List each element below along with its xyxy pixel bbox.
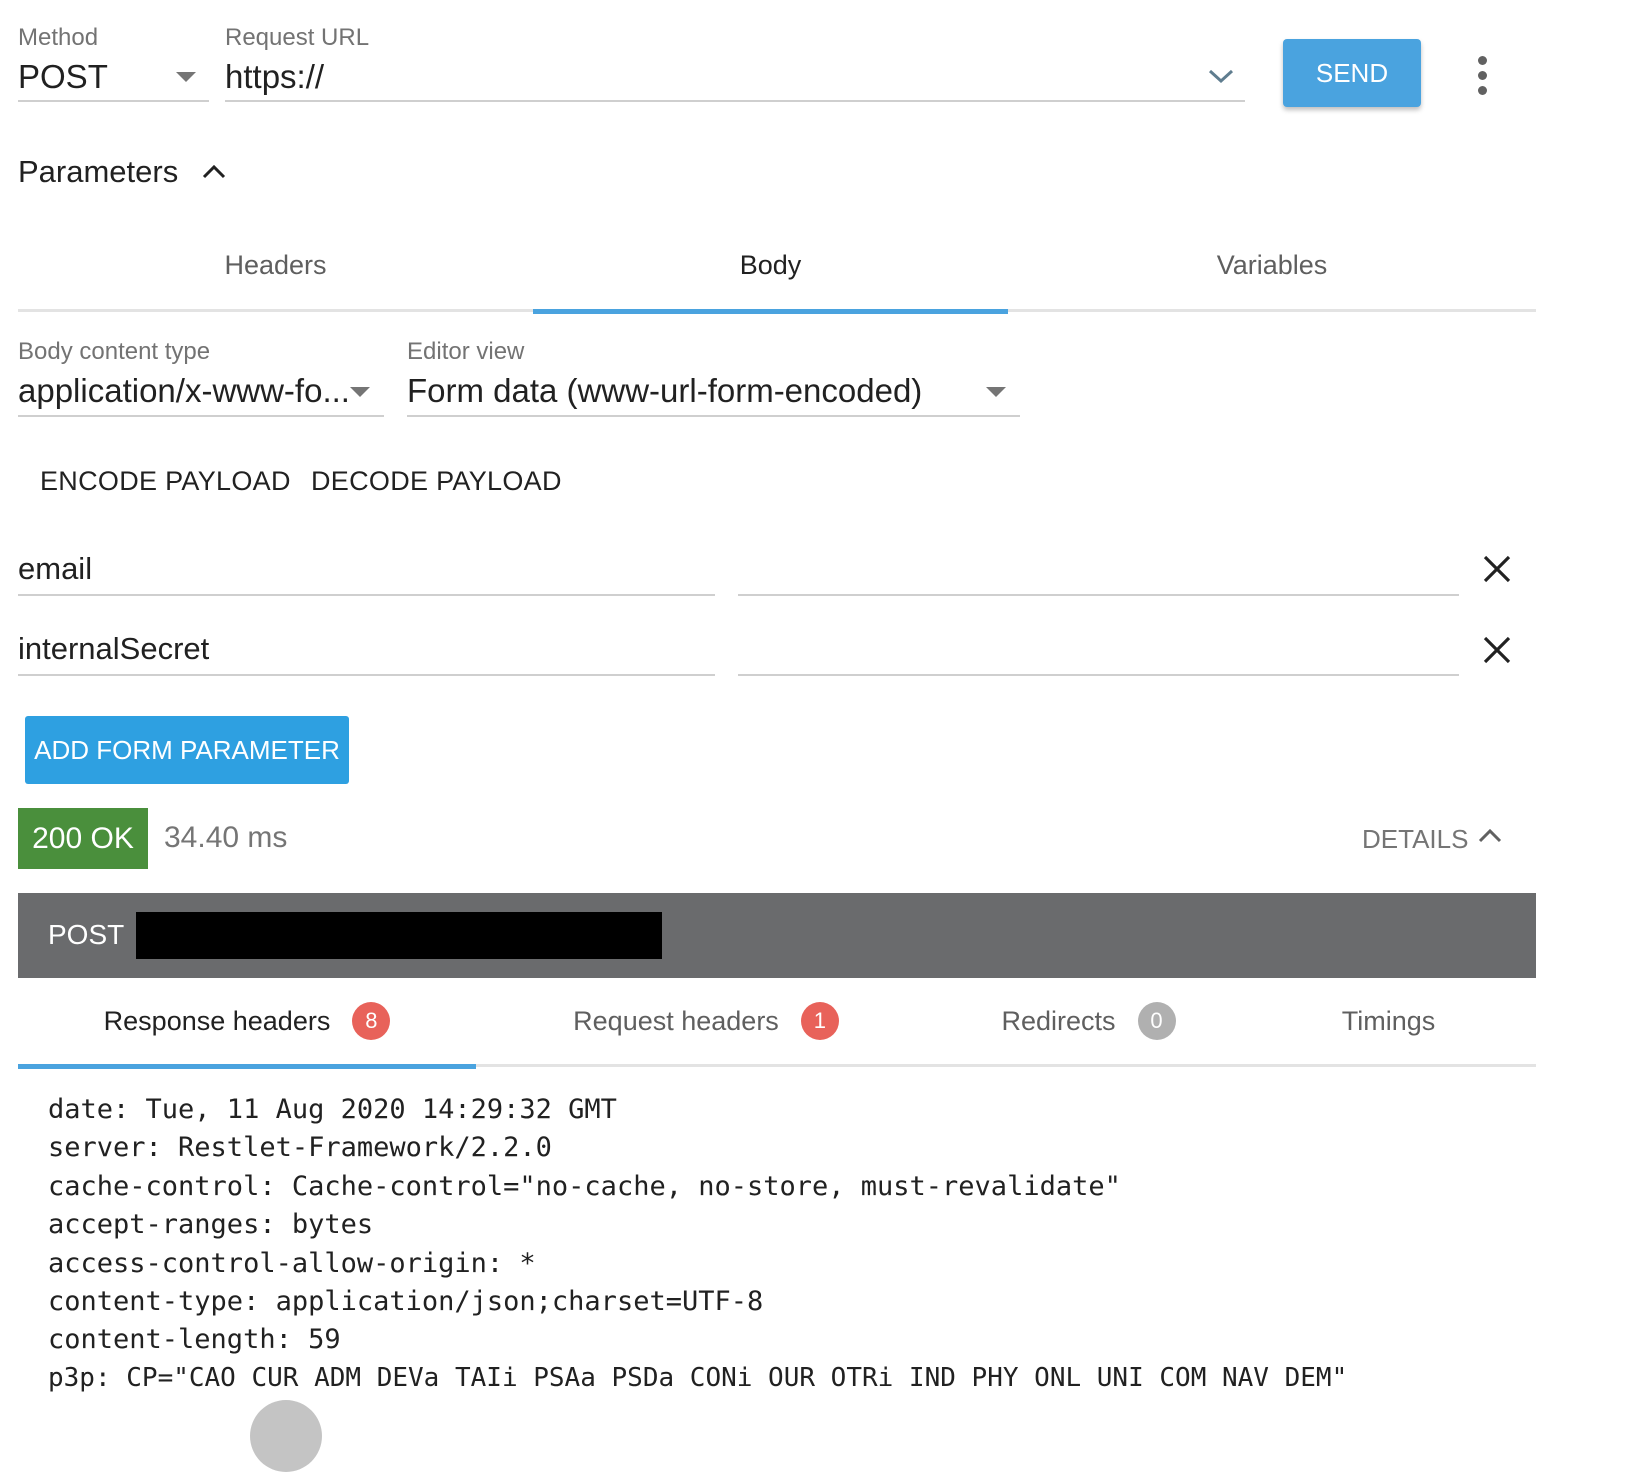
method-label: Method bbox=[18, 24, 99, 51]
tab-label: Timings bbox=[1341, 1005, 1436, 1036]
header-line: content-type: application/json;charset=U… bbox=[48, 1286, 764, 1317]
redacted-url bbox=[136, 912, 662, 959]
header-line: date: Tue, 11 Aug 2020 14:29:32 GMT bbox=[48, 1094, 617, 1125]
tab-headers[interactable]: Headers bbox=[18, 250, 533, 281]
editor-view-select[interactable]: Form data (www-url-form-encoded) bbox=[407, 370, 1020, 418]
request-method: POST bbox=[48, 919, 125, 950]
url-label: Request URL bbox=[225, 24, 370, 51]
decode-payload-button[interactable]: DECODE PAYLOAD bbox=[311, 466, 562, 497]
param-value-field[interactable] bbox=[738, 628, 1459, 678]
param-name-field[interactable]: email bbox=[18, 548, 715, 598]
active-tab-indicator bbox=[533, 309, 1008, 314]
tab-label: Redirects bbox=[1001, 1005, 1116, 1036]
editor-view-underline bbox=[407, 415, 1020, 417]
tab-redirects[interactable]: Redirects 0 bbox=[936, 996, 1241, 1046]
header-line: accept-ranges: bytes bbox=[48, 1209, 374, 1240]
header-line: p3p: CP="CAO CUR ADM DEVa TAIi PSAa PSDa… bbox=[48, 1363, 1348, 1393]
close-icon[interactable] bbox=[1482, 554, 1512, 584]
param-name-value: internalSecret bbox=[18, 631, 210, 666]
editor-view-value: Form data (www-url-form-encoded) bbox=[407, 372, 923, 409]
header-line: cache-control: Cache-control="no-cache, … bbox=[48, 1171, 1121, 1202]
url-value: https:// bbox=[225, 58, 325, 95]
tab-response-headers[interactable]: Response headers 8 bbox=[18, 996, 476, 1046]
chevron-down-icon[interactable] bbox=[1207, 66, 1235, 86]
close-icon[interactable] bbox=[1482, 635, 1512, 665]
encode-payload-button[interactable]: ENCODE PAYLOAD bbox=[40, 466, 291, 497]
chevron-up-icon bbox=[1478, 828, 1502, 843]
active-tab-indicator bbox=[18, 1064, 476, 1069]
parameters-title: Parameters bbox=[18, 154, 179, 189]
param-value-field[interactable] bbox=[738, 548, 1459, 598]
header-line: access-control-allow-origin: * bbox=[48, 1248, 536, 1279]
param-name-value: email bbox=[18, 551, 93, 586]
add-form-parameter-button[interactable]: ADD FORM PARAMETER bbox=[25, 716, 349, 784]
details-label: DETAILS bbox=[1362, 824, 1469, 854]
caret-down-icon bbox=[176, 72, 196, 82]
more-options-icon[interactable] bbox=[1478, 56, 1487, 101]
count-badge: 8 bbox=[352, 1002, 391, 1040]
count-badge: 0 bbox=[1137, 1002, 1176, 1040]
send-button[interactable]: SEND bbox=[1283, 39, 1421, 107]
url-underline bbox=[225, 100, 1245, 102]
tab-request-headers[interactable]: Request headers 1 bbox=[476, 996, 936, 1046]
param-value-underline bbox=[738, 674, 1459, 676]
header-line: content-length: 59 bbox=[48, 1324, 341, 1355]
response-time: 34.40 ms bbox=[164, 821, 288, 854]
content-type-underline bbox=[18, 415, 384, 417]
tab-variables[interactable]: Variables bbox=[1008, 250, 1536, 281]
param-name-field[interactable]: internalSecret bbox=[18, 628, 715, 678]
chevron-up-icon bbox=[202, 164, 226, 179]
tab-label: Response headers bbox=[103, 1005, 331, 1036]
param-name-underline bbox=[18, 594, 715, 596]
status-badge: 200 OK bbox=[18, 808, 148, 869]
parameters-toggle[interactable]: Parameters bbox=[18, 150, 248, 196]
caret-down-icon bbox=[986, 387, 1006, 397]
editor-view-label: Editor view bbox=[407, 338, 525, 365]
request-url-bar: POST bbox=[18, 893, 1536, 978]
caret-down-icon bbox=[350, 387, 370, 397]
method-select[interactable]: POST bbox=[18, 56, 209, 104]
content-type-label: Body content type bbox=[18, 338, 211, 365]
details-toggle[interactable]: DETAILS bbox=[1362, 820, 1512, 860]
tab-timings[interactable]: Timings bbox=[1241, 996, 1536, 1046]
method-underline bbox=[18, 100, 209, 102]
tab-body[interactable]: Body bbox=[533, 250, 1008, 281]
param-name-underline bbox=[18, 674, 715, 676]
content-type-value: application/x-www-fo... bbox=[18, 372, 350, 409]
count-badge: 1 bbox=[800, 1002, 839, 1040]
tab-label: Request headers bbox=[573, 1005, 779, 1036]
header-line: server: Restlet-Framework/2.2.0 bbox=[48, 1132, 552, 1163]
scroll-fab[interactable] bbox=[250, 1400, 322, 1472]
method-value: POST bbox=[18, 58, 108, 95]
url-input[interactable]: https:// bbox=[225, 56, 1245, 104]
content-type-select[interactable]: application/x-www-fo... bbox=[18, 370, 384, 418]
param-value-underline bbox=[738, 594, 1459, 596]
